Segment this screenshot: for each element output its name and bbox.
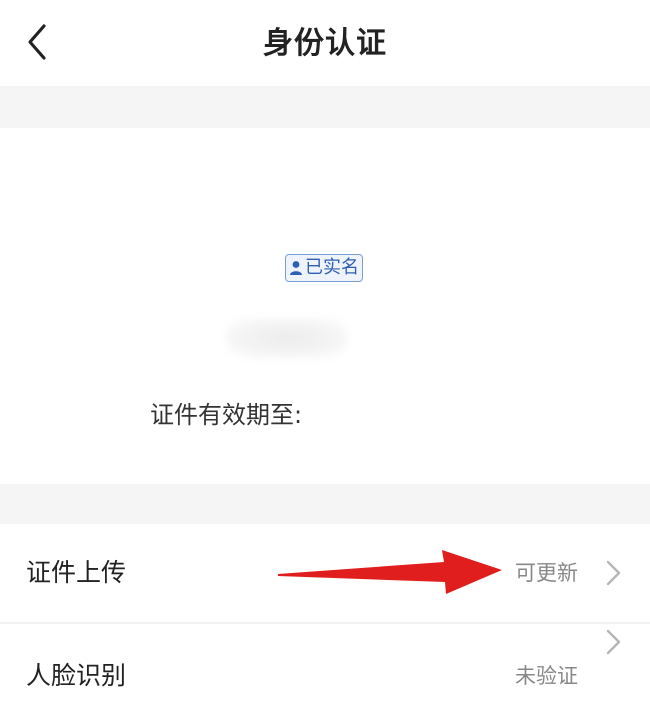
section-divider-top — [0, 86, 650, 128]
chevron-right-icon — [606, 629, 621, 655]
list-item-face-recognition[interactable]: 人脸识别 未验证 — [0, 624, 650, 720]
top-nav-bar: 身份认证 — [0, 0, 650, 86]
list-item-id-upload[interactable]: 证件上传 可更新 — [0, 524, 650, 622]
page-title: 身份认证 — [263, 26, 387, 61]
masked-name — [226, 318, 348, 358]
section-divider-mid — [0, 484, 650, 524]
chevron-right-icon — [606, 560, 621, 586]
id-validity-label: 证件有效期至: — [150, 401, 303, 429]
verified-badge: 已实名 — [285, 254, 363, 282]
list-item-label: 人脸识别 — [26, 661, 127, 690]
list-item-status: 可更新 — [515, 561, 578, 585]
verified-badge-label: 已实名 — [305, 257, 359, 278]
identity-card: 已实名 证件有效期至: — [0, 128, 650, 484]
list-item-label: 证件上传 — [26, 558, 127, 587]
person-icon — [290, 261, 302, 275]
identity-verification-page: 身份认证 已实名 证件有效期至: 证件上传 可更新 人脸识别 未验证 — [0, 0, 650, 720]
list-item-status: 未验证 — [515, 664, 578, 688]
